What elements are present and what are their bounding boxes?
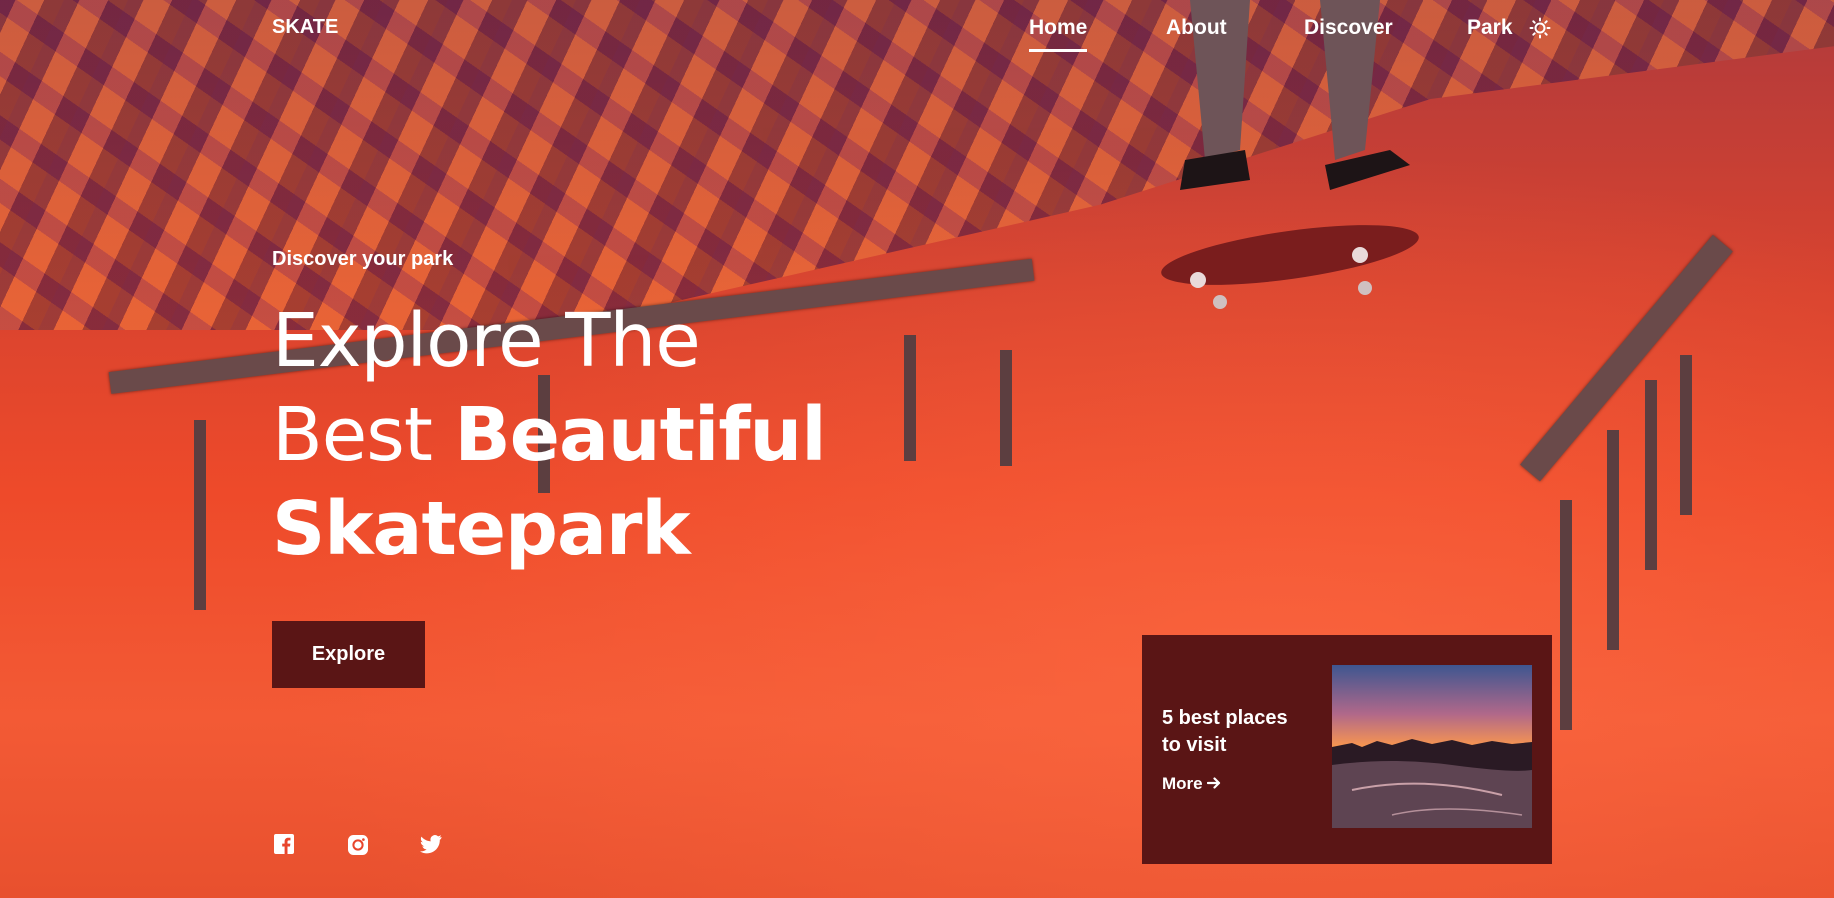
rail-post	[904, 335, 916, 461]
hero-eyebrow: Discover your park	[272, 248, 454, 270]
explore-button[interactable]: Explore	[272, 621, 425, 688]
brand-logo[interactable]: SKATE	[272, 16, 338, 39]
nav-link-park[interactable]: Park	[1467, 16, 1513, 40]
headline-line-2-bold: Beautiful	[454, 392, 826, 478]
skateboard-image	[1161, 225, 1419, 309]
card-more-link[interactable]: More	[1162, 774, 1221, 794]
twitter-icon[interactable]	[420, 834, 442, 856]
rail-post	[1680, 355, 1692, 515]
rail-post	[1000, 350, 1012, 466]
headline-line-1: Explore The	[272, 298, 701, 384]
headline-line-3-bold: Skatepark	[272, 486, 691, 572]
rail-post	[1645, 380, 1657, 570]
hero-headline: Explore The Best Beautiful Skatepark	[272, 294, 827, 576]
card-title: 5 best places to visit	[1162, 707, 1288, 756]
instagram-icon[interactable]	[347, 834, 369, 856]
nav-link-about[interactable]: About	[1166, 16, 1227, 40]
top-navigation: SKATE Home About Discover Park	[0, 0, 1834, 56]
skatepark-sunset-image	[1332, 665, 1532, 828]
rail-post	[1560, 500, 1572, 730]
facebook-icon[interactable]	[274, 834, 296, 856]
handrail-right	[1520, 234, 1733, 482]
rail-post	[194, 420, 206, 610]
card-more-label: More	[1162, 774, 1203, 793]
headline-line-2-light: Best	[272, 392, 455, 478]
arrow-right-icon	[1207, 774, 1221, 793]
sun-icon[interactable]	[1529, 17, 1551, 39]
nav-link-home[interactable]: Home	[1029, 16, 1088, 52]
rail-post	[1607, 430, 1619, 650]
nav-link-discover[interactable]: Discover	[1304, 16, 1393, 40]
featured-card[interactable]: 5 best places to visit More	[1142, 635, 1552, 864]
